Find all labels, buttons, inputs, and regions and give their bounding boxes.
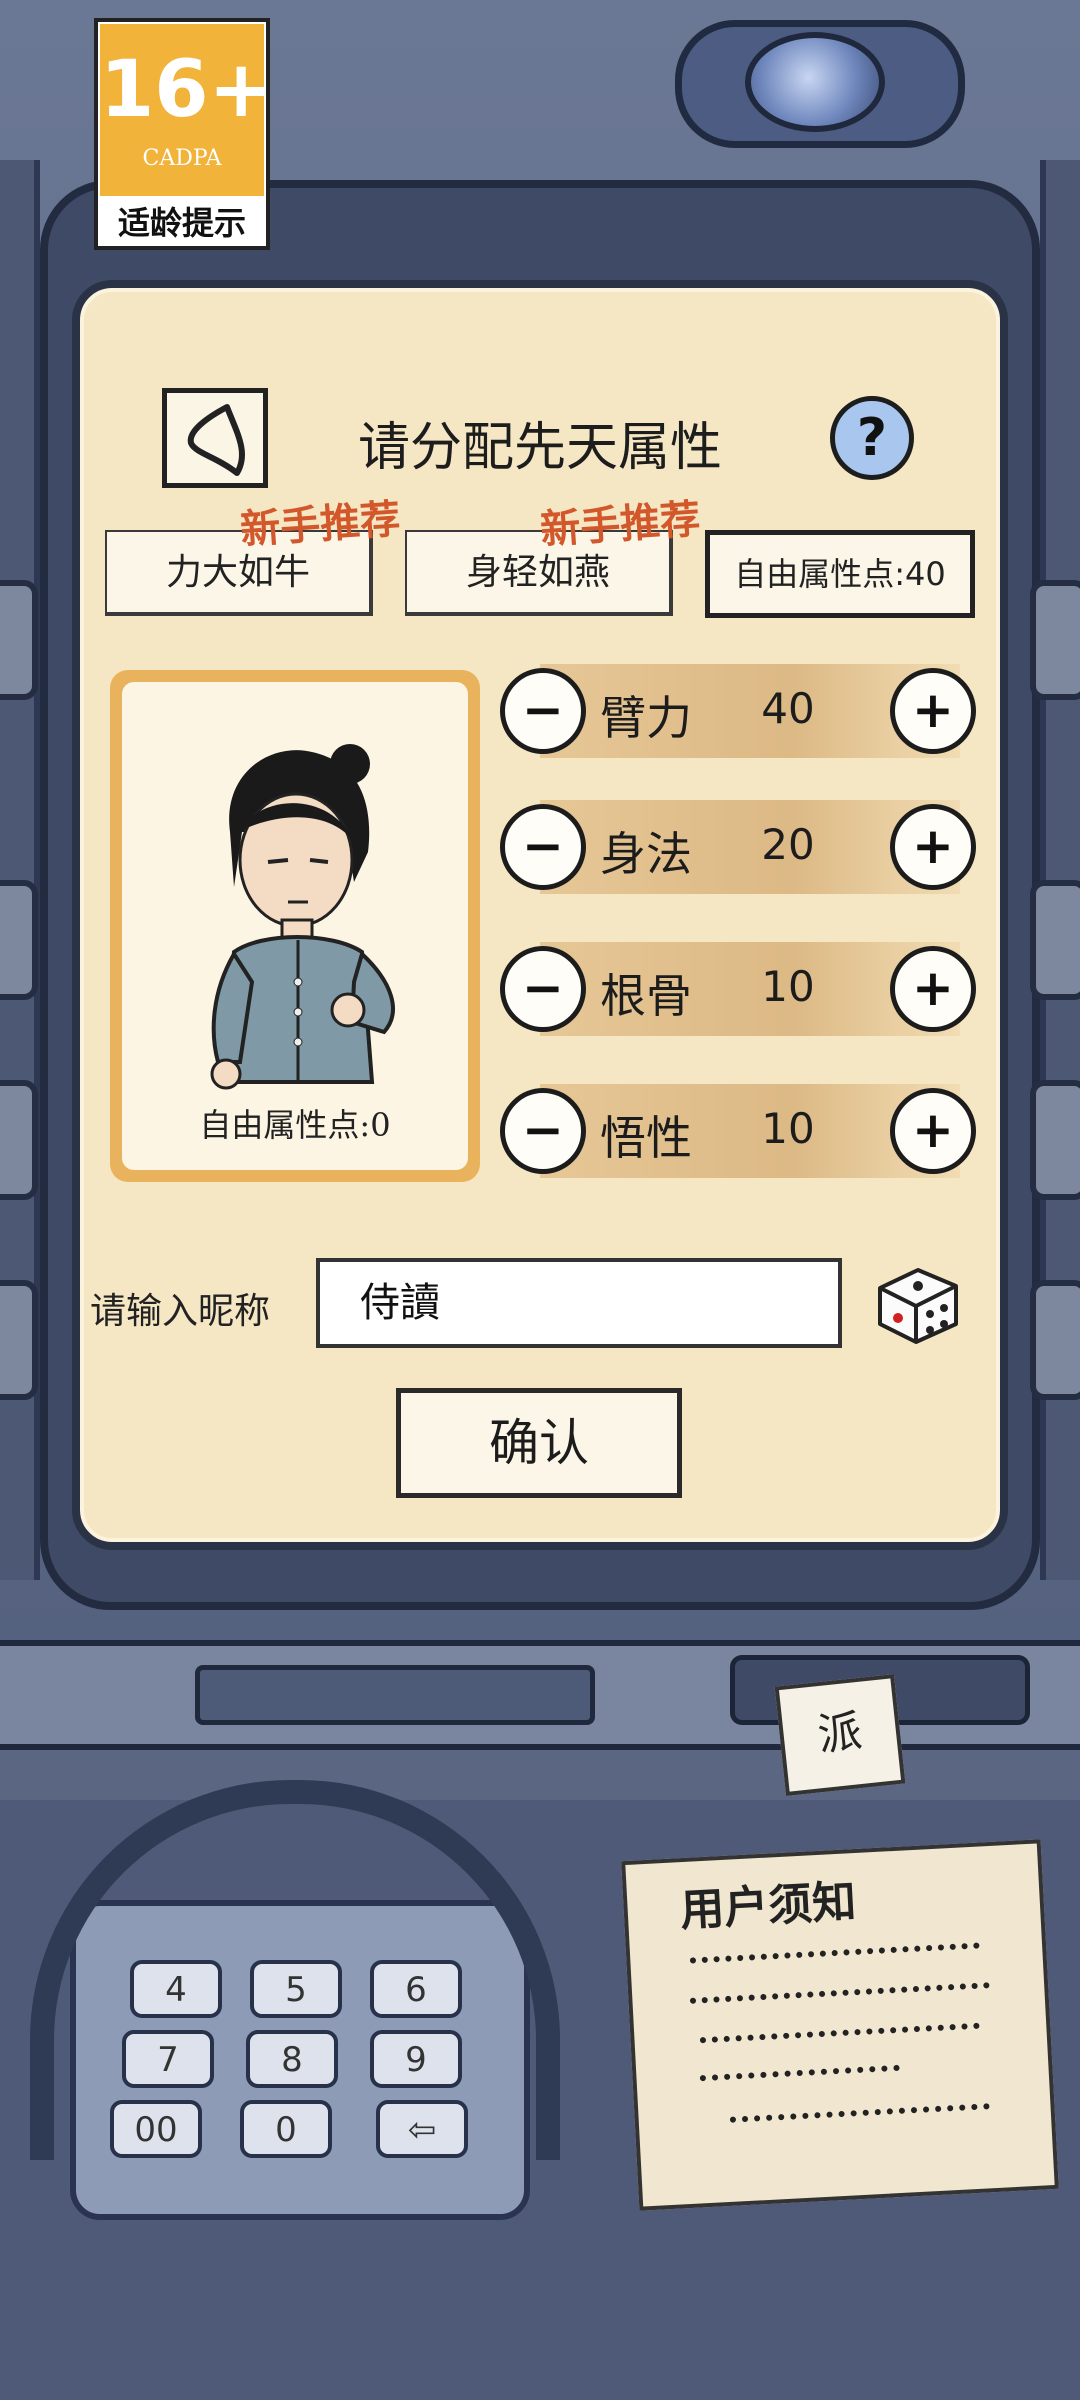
character-portrait (122, 682, 468, 1170)
back-button[interactable] (162, 388, 268, 488)
age-rating-tip: 适龄提示 (117, 204, 246, 242)
increase-constitution-button[interactable]: + (890, 946, 976, 1032)
attribute-value: 20 (761, 820, 815, 869)
keypad-key: 0 (240, 2100, 332, 2158)
atm-side-button-left-4 (0, 1280, 38, 1400)
atm-side-button-right-1 (1030, 580, 1080, 700)
attribute-name: 身法 (600, 827, 692, 881)
portrait-free-points: 自由属性点:0 (199, 1106, 391, 1144)
decrease-comprehension-button[interactable]: − (500, 1088, 586, 1174)
decrease-agility-button[interactable]: − (500, 804, 586, 890)
dice-icon (878, 1268, 958, 1344)
recommended-tag: 新手推荐 (238, 495, 402, 554)
increase-strength-button[interactable]: + (890, 668, 976, 754)
atm-side-button-right-4 (1030, 1280, 1080, 1400)
preset-label: 身轻如燕 (465, 552, 610, 593)
confirm-button[interactable]: 确认 (396, 1388, 682, 1498)
atm-side-button-right-2 (1030, 880, 1080, 1000)
random-name-dice-button[interactable] (870, 1258, 964, 1346)
keypad-key: 8 (246, 2030, 338, 2088)
back-arrow-icon (187, 404, 245, 476)
attribute-name: 臂力 (600, 691, 692, 745)
attribute-value: 10 (761, 962, 815, 1011)
camera-lens-icon (745, 32, 885, 132)
dialog-title: 请分配先天属性 (357, 418, 722, 478)
nickname-label: 请输入昵称 (90, 1291, 271, 1332)
keypad-key: 9 (370, 2030, 462, 2088)
keypad-key: 00 (110, 2100, 202, 2158)
help-button[interactable]: ? (830, 396, 914, 480)
user-notice-title: 用户须知 (679, 1876, 858, 1937)
age-rating-number: 16+ (100, 45, 274, 135)
bank-card: 派 (774, 1674, 906, 1796)
attribute-name: 根骨 (600, 969, 692, 1023)
increase-agility-button[interactable]: + (890, 804, 976, 890)
keypad-key: 6 (370, 1960, 462, 2018)
age-rating-org: CADPA (142, 146, 222, 171)
keypad-key: 7 (122, 2030, 214, 2088)
cash-slot (195, 1665, 595, 1725)
attribute-name: 悟性 (600, 1111, 692, 1165)
atm-side-button-right-3 (1030, 1080, 1080, 1200)
decrease-constitution-button[interactable]: − (500, 946, 586, 1032)
atm-side-button-left-2 (0, 880, 38, 1000)
attribute-value: 10 (761, 1104, 815, 1153)
keypad-key: ⇦ (376, 2100, 468, 2158)
decrease-strength-button[interactable]: − (500, 668, 586, 754)
free-points-counter: 自由属性点:40 (705, 530, 975, 618)
keypad-key: 5 (250, 1960, 342, 2018)
keypad-key: 4 (130, 1960, 222, 2018)
atm-side-button-left-3 (0, 1080, 38, 1200)
recommended-tag: 新手推荐 (538, 495, 702, 554)
attribute-value: 40 (761, 684, 815, 733)
character-avatar-icon (210, 744, 395, 1090)
bank-card-text: 派 (815, 1705, 865, 1762)
preset-label: 力大如牛 (165, 552, 310, 593)
nickname-input[interactable]: 侍讀 (316, 1258, 842, 1348)
increase-comprehension-button[interactable]: + (890, 1088, 976, 1174)
atm-side-button-left-1 (0, 580, 38, 700)
